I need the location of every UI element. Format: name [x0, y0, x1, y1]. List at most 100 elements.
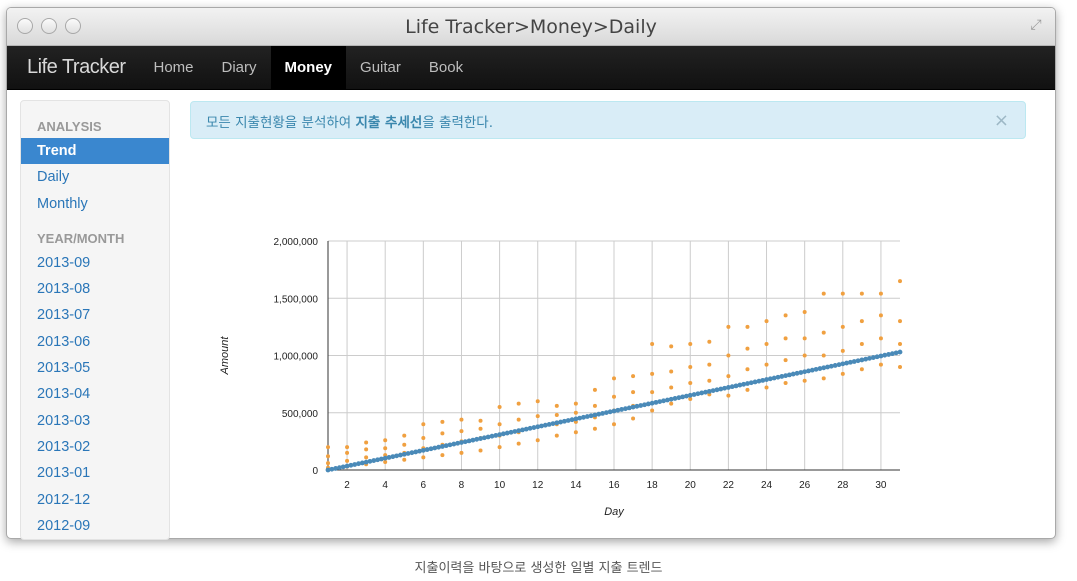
x-tick-label: 4 [382, 480, 388, 491]
close-icon[interactable]: × [994, 110, 1009, 131]
data-point [573, 401, 578, 406]
data-point [783, 358, 788, 363]
sidebar-item-month[interactable]: 2012-09 [21, 513, 169, 539]
data-point [840, 324, 845, 329]
data-point [669, 401, 674, 406]
data-point [326, 454, 330, 459]
data-point [383, 438, 388, 443]
data-point [898, 342, 902, 347]
data-point [612, 422, 616, 427]
data-point [554, 413, 559, 418]
x-tick-label: 28 [837, 480, 849, 491]
trend-point [897, 349, 903, 355]
data-point [688, 364, 693, 369]
data-point [516, 417, 521, 422]
data-point [345, 445, 350, 450]
data-point [707, 378, 712, 383]
y-tick-label: 1,000,000 [274, 352, 319, 363]
data-point [878, 362, 883, 367]
data-point [802, 336, 807, 341]
x-tick-label: 22 [723, 480, 735, 491]
y-tick-label: 500,000 [282, 409, 319, 420]
data-point [573, 430, 578, 435]
data-point [478, 448, 483, 453]
nav-item-book[interactable]: Book [415, 46, 477, 89]
data-point [631, 390, 636, 395]
trend-chart: 0500,0001,000,0001,500,0002,000,0002 4 6 8 1… [219, 237, 903, 518]
nav-menu: Home Diary Money Guitar Book [139, 46, 477, 89]
data-point [478, 426, 483, 431]
data-point [859, 319, 864, 324]
data-point [592, 426, 597, 431]
sidebar-item-month[interactable]: 2013-03 [21, 408, 169, 434]
data-point [878, 313, 883, 318]
sidebar-item-month[interactable]: 2013-04 [21, 381, 169, 407]
data-point [364, 440, 369, 445]
x-tick-label: 12 [532, 480, 544, 491]
nav-item-diary[interactable]: Diary [208, 46, 271, 89]
data-point [516, 441, 521, 446]
data-point [802, 309, 807, 314]
data-point [650, 371, 655, 376]
data-point [783, 380, 788, 385]
data-point [421, 455, 426, 460]
data-point [745, 324, 750, 329]
x-tick-label: 26 [799, 480, 811, 491]
x-tick-label: 10 [494, 480, 506, 491]
data-point [745, 387, 750, 392]
x-axis-label: Day [604, 506, 625, 518]
y-tick-label: 2,000,000 [274, 237, 319, 248]
alert-text: 모든 지출현황을 분석하여 [206, 115, 356, 131]
data-point [650, 390, 655, 395]
data-point [631, 374, 636, 379]
data-point [726, 324, 731, 329]
data-point [364, 455, 369, 460]
sidebar-item-month[interactable]: 2013-02 [21, 434, 169, 460]
data-point [840, 348, 845, 353]
sidebar-item-month[interactable]: 2013-05 [21, 355, 169, 381]
data-point [402, 442, 407, 447]
sidebar-item-trend[interactable]: Trend [21, 138, 169, 165]
sidebar-item-month[interactable]: 2013-06 [21, 329, 169, 355]
navbar: Life Tracker Home Diary Money Guitar Boo… [7, 46, 1055, 90]
data-point [650, 408, 655, 413]
fullscreen-icon[interactable]: ⤢ [1027, 16, 1045, 34]
y-axis-label: Amount [219, 336, 231, 376]
data-point [898, 319, 902, 324]
data-point [554, 433, 559, 438]
data-point [440, 419, 445, 424]
data-point [535, 399, 540, 404]
y-tick-label: 1,500,000 [274, 294, 319, 305]
nav-item-home[interactable]: Home [139, 46, 207, 89]
data-point [669, 385, 674, 390]
sidebar-item-month[interactable]: 2013-08 [21, 276, 169, 302]
nav-item-money[interactable]: Money [270, 46, 347, 89]
x-tick-label: 18 [647, 480, 659, 491]
sidebar-item-month[interactable]: 2013-01 [21, 460, 169, 486]
data-point [402, 433, 407, 438]
data-point [478, 418, 483, 423]
info-alert: 모든 지출현황을 분석하여 지출 추세선을 출력한다. × [190, 101, 1026, 139]
data-point [745, 346, 750, 351]
sidebar-item-month[interactable]: 2013-09 [21, 250, 169, 276]
data-point [859, 291, 864, 296]
sidebar-item-month[interactable]: 2012-12 [21, 487, 169, 513]
sidebar-item-monthly[interactable]: Monthly [21, 191, 169, 217]
figure-caption: 지출이력을 바탕으로 생성한 일별 지출 트렌드 [414, 561, 663, 576]
data-point [898, 364, 902, 369]
nav-item-guitar[interactable]: Guitar [346, 46, 415, 89]
data-point [726, 374, 731, 379]
data-point [764, 319, 769, 324]
data-point [821, 291, 826, 296]
data-point [821, 353, 826, 358]
sidebar-item-month[interactable]: 2013-07 [21, 302, 169, 328]
brand-logo[interactable]: Life Tracker [7, 56, 139, 79]
data-point [878, 291, 883, 296]
sidebar-item-daily[interactable]: Daily [21, 164, 169, 190]
data-point [459, 450, 464, 455]
data-point [840, 291, 845, 296]
data-point [497, 445, 502, 450]
alert-text-bold: 지출 추세선 [355, 115, 423, 131]
data-point [364, 447, 369, 452]
data-point [383, 446, 388, 451]
